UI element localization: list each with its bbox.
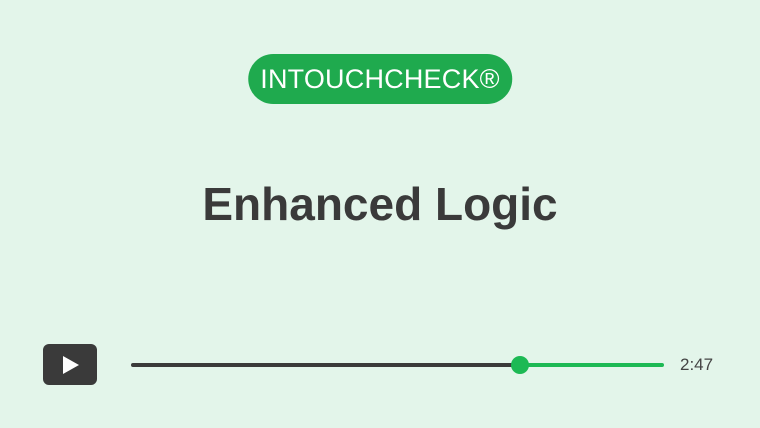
duration-label: 2:47	[680, 355, 714, 374]
progress-thumb[interactable]	[511, 356, 530, 374]
play-button[interactable]	[43, 344, 97, 385]
page-title: Enhanced Logic	[202, 178, 558, 230]
progress-played	[131, 363, 521, 367]
play-icon	[63, 356, 79, 374]
progress-remaining	[520, 363, 664, 367]
audio-player: 2:47	[0, 340, 760, 390]
progress-track[interactable]	[131, 356, 664, 374]
brand-badge: INTOUCHCHECK®	[248, 54, 512, 104]
